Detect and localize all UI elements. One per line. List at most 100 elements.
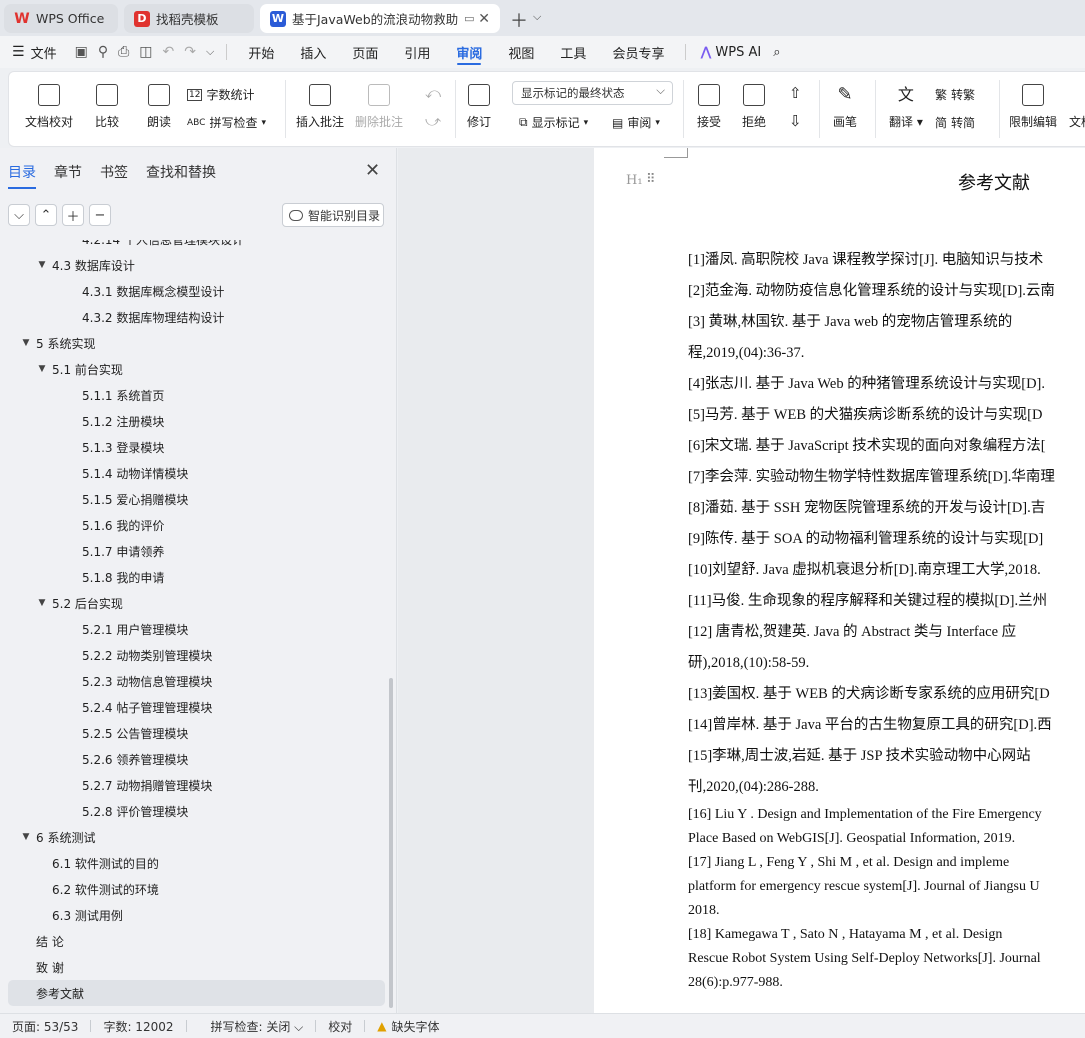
prev-comment-icon[interactable]: ⤺ (425, 84, 441, 102)
smart-toc-button[interactable]: 智能识别目录 (282, 203, 384, 227)
expand-arrow-icon[interactable]: ▼ (20, 832, 32, 842)
menu-page[interactable]: 页面 (339, 36, 391, 68)
toc-item[interactable]: 5.2.1 用户管理模块 (8, 616, 385, 642)
toc-item[interactable]: ▼ 4.3 数据库设计 (8, 252, 385, 278)
page-count[interactable]: 页面: 53/53 (12, 1018, 78, 1035)
toc-item[interactable]: 5.2.6 领养管理模块 (8, 746, 385, 772)
toc-item[interactable]: 6.2 软件测试的环境 (8, 876, 385, 902)
toc-item[interactable]: ▼ 6 系统测试 (8, 824, 385, 850)
toc-item[interactable]: 5.1.1 系统首页 (8, 382, 385, 408)
toc-item[interactable]: 5.1.4 动物详情模块 (8, 460, 385, 486)
toc-item[interactable]: 4.3.1 数据库概念模型设计 (8, 278, 385, 304)
proofread-status[interactable]: 校对 (328, 1018, 352, 1035)
undo-icon[interactable]: ↶ (163, 44, 175, 60)
toc-item[interactable]: 参考文献 (8, 980, 385, 1006)
tab-list-chevron-icon[interactable]: ⌵ (533, 10, 541, 24)
prev-change-icon[interactable]: ⇧ (789, 84, 802, 102)
chevron-down-icon[interactable]: ⌵ (8, 204, 30, 226)
menu-reference[interactable]: 引用 (391, 36, 443, 68)
menu-view[interactable]: 视图 (495, 36, 547, 68)
restrict-edit-button[interactable]: 限制编辑 (1009, 84, 1057, 130)
search-icon[interactable]: ⌕ (767, 36, 786, 68)
toc-item[interactable]: 结 论 (8, 928, 385, 954)
to-simplified-button[interactable]: 简 转简 (935, 114, 975, 131)
toc-item[interactable]: 5.2.4 帖子管理管理模块 (8, 694, 385, 720)
delete-comment-button[interactable]: 删除批注 (355, 84, 403, 130)
more-chevron-icon[interactable]: ⌵ (206, 45, 214, 59)
menu-insert[interactable]: 插入 (287, 36, 339, 68)
toc-item[interactable]: 5.1.2 注册模块 (8, 408, 385, 434)
toc-item[interactable]: 5.2.2 动物类别管理模块 (8, 642, 385, 668)
review-pane-button[interactable]: ▤ 审阅 ▾ (612, 114, 660, 131)
insert-comment-button[interactable]: 插入批注 (296, 84, 344, 130)
spell-check-status[interactable]: 拼写检查: 关闭 ⌵ (199, 1018, 304, 1035)
accept-button[interactable]: 接受 (697, 84, 721, 130)
menu-member[interactable]: 会员专享 (599, 36, 677, 68)
chevron-up-icon[interactable]: ⌃ (35, 204, 57, 226)
to-traditional-button[interactable]: 繁 转繁 (935, 86, 975, 103)
toc-item[interactable]: 5.1.7 申请领养 (8, 538, 385, 564)
toc-item[interactable]: 5.2.8 评价管理模块 (8, 798, 385, 824)
next-comment-icon[interactable]: ⤻ (425, 112, 441, 130)
word-count-button[interactable]: 12 字数统计 (187, 86, 254, 103)
toc-item[interactable]: 5.1.6 我的评价 (8, 512, 385, 538)
tab-wps-office[interactable]: W WPS Office (4, 4, 118, 33)
compare-button[interactable]: 比较 (95, 84, 119, 130)
toc-item[interactable]: ▼ 5 系统实现 (8, 330, 385, 356)
menu-tools[interactable]: 工具 (547, 36, 599, 68)
missing-font-status[interactable]: 缺失字体 (392, 1018, 440, 1035)
toc-item[interactable]: 4.2.14 个人信息管理模块设计 (8, 240, 385, 252)
expand-arrow-icon[interactable]: ▼ (20, 338, 32, 348)
toc-item[interactable]: ▼ 5.2 后台实现 (8, 590, 385, 616)
close-tab-icon[interactable]: ✕ (478, 11, 490, 27)
toc-item[interactable]: 6.3 测试用例 (8, 902, 385, 928)
word-count-status[interactable]: 字数: 12002 (103, 1018, 173, 1035)
wps-ai-button[interactable]: ⋀ WPS AI (694, 36, 767, 68)
tab-document[interactable]: W 基于JavaWeb的流浪动物救助 ▭ ✕ (260, 4, 500, 33)
toc-item[interactable]: 5.1.3 登录模块 (8, 434, 385, 460)
redo-icon[interactable]: ↷ (184, 44, 196, 60)
save-icon[interactable]: ▣ (75, 44, 88, 60)
print-icon[interactable]: ⎙ (118, 44, 129, 60)
translate-button[interactable]: 文 翻译 ▾ (889, 84, 923, 130)
next-change-icon[interactable]: ⇩ (789, 112, 802, 130)
doc-check-button[interactable]: 文档校对 (25, 84, 73, 130)
screen-icon[interactable]: ▭ (464, 12, 474, 25)
toc-scrollbar[interactable] (389, 678, 393, 1008)
pen-button[interactable]: ✎ 画笔 (833, 84, 857, 130)
spell-check-button[interactable]: ABC 拼写检查 ▾ (187, 114, 266, 131)
drag-handle-icon[interactable]: ⠿ (646, 172, 655, 187)
read-aloud-button[interactable]: 朗读 (147, 84, 171, 130)
expand-arrow-icon[interactable]: ▼ (36, 260, 48, 270)
toc-item[interactable]: 5.2.5 公告管理模块 (8, 720, 385, 746)
minus-icon[interactable]: − (89, 204, 111, 226)
tab-chapter[interactable]: 章节 (54, 162, 82, 182)
heading-marker-icon[interactable]: H₁ (626, 173, 643, 188)
toc-item[interactable]: 5.1.5 爱心捐赠模块 (8, 486, 385, 512)
toc-item[interactable]: 5.2.7 动物捐赠管理模块 (8, 772, 385, 798)
reject-button[interactable]: 拒绝 (742, 84, 766, 130)
print-preview-icon[interactable]: ◫ (139, 44, 152, 60)
tab-toc[interactable]: 目录 (8, 162, 36, 189)
tab-find-replace[interactable]: 查找和替换 (146, 162, 216, 182)
close-pane-icon[interactable]: ✕ (365, 160, 380, 181)
file-menu[interactable]: ☰ 文件 (0, 43, 57, 62)
show-markup-button[interactable]: ⧉ 显示标记 ▾ (519, 114, 588, 131)
toc-item[interactable]: 致 谢 (8, 954, 385, 980)
revise-button[interactable]: 修订 (467, 84, 491, 130)
doc-more-button[interactable]: 文档 (1069, 84, 1085, 130)
toc-item[interactable]: 5.2.3 动物信息管理模块 (8, 668, 385, 694)
menu-home[interactable]: 开始 (235, 36, 287, 68)
menu-review[interactable]: 审阅 (443, 36, 495, 68)
tab-template[interactable]: D 找稻壳模板 (124, 4, 254, 33)
toc-item[interactable]: 4.3.2 数据库物理结构设计 (8, 304, 385, 330)
markup-state-select[interactable]: 显示标记的最终状态 (512, 81, 673, 105)
toc-item[interactable]: ▼ 5.1 前台实现 (8, 356, 385, 382)
tab-bookmark[interactable]: 书签 (100, 162, 128, 182)
export-icon[interactable]: ⚲ (98, 44, 108, 60)
toc-item[interactable]: 6.1 软件测试的目的 (8, 850, 385, 876)
plus-icon[interactable]: ＋ (62, 204, 84, 226)
document-page[interactable]: H₁ ⠿ 参考文献 [1]潘凤. 高职院校 Java 课程教学探讨[J]. 电脑… (594, 148, 1085, 1013)
new-tab-icon[interactable]: ＋ (510, 7, 528, 33)
toc-item[interactable]: 5.1.8 我的申请 (8, 564, 385, 590)
